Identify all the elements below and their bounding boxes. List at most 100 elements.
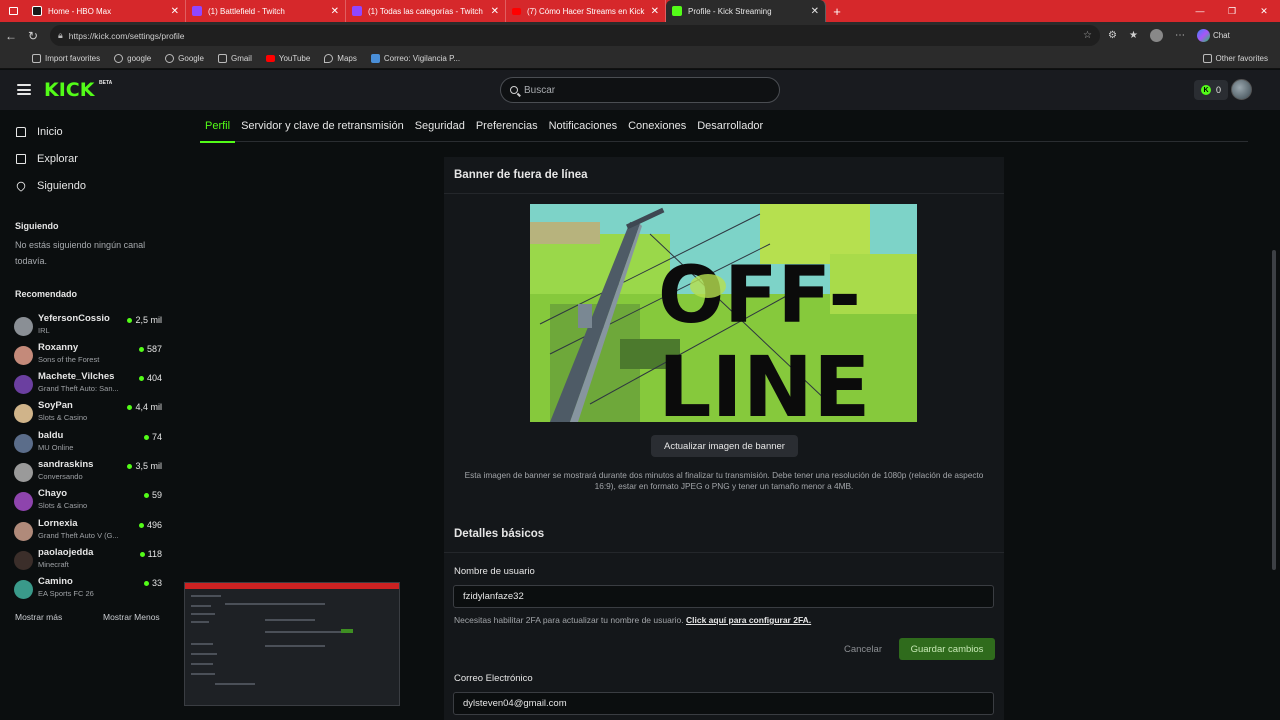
browser-tab-battlefield[interactable]: (1) Battlefield - Twitch ✕ [186,0,346,22]
avatar [14,492,33,511]
live-dot-icon [143,492,149,498]
live-dot-icon [138,346,144,352]
minimize-icon[interactable]: — [1184,0,1216,22]
sidebar-item-siguiendo[interactable]: Siguiendo [0,172,172,199]
channel-category: Slots & Casino [38,501,88,510]
channel-baldu[interactable]: baldu MU Online 74 [14,430,164,458]
kicks-count: 0 [1216,85,1222,95]
other-favorites[interactable]: Other favorites [1202,54,1268,63]
twitch-favicon-icon [352,6,362,16]
banner-text-off: OFF- [658,251,861,341]
update-banner-button[interactable]: Actualizar imagen de banner [651,435,798,457]
extensions-icon[interactable]: ⚙ [1108,30,1117,41]
channel-roxanny[interactable]: Roxanny Sons of the Forest 587 [14,342,164,370]
star-icon[interactable]: ☆ [1083,30,1092,41]
favorites-icon[interactable]: ★ [1129,30,1138,41]
bookmark-gmail[interactable]: Gmail [217,54,252,63]
hamburger-menu-icon[interactable] [17,84,31,95]
viewer-count: 404 [138,373,162,383]
channel-category: EA Sports FC 26 [38,589,94,598]
show-less-button[interactable]: Mostrar Menos [103,612,160,622]
live-dot-icon [139,551,145,557]
folder-icon [1202,54,1212,63]
sidebar-item-explorar[interactable]: Explorar [0,145,172,172]
channel-name: Machete_Vilches [38,371,115,382]
sidebar-item-inicio[interactable]: Inicio [0,118,172,145]
bookmark-import-favorites[interactable]: Import favorites [32,54,100,63]
avatar [14,317,33,336]
browser-tab-kick[interactable]: Profile - Kick Streaming ✕ [666,0,826,22]
kicks-balance-button[interactable]: K 0 [1194,80,1229,100]
bookmark-youtube[interactable]: YouTube [265,54,310,63]
viewer-count: 118 [139,549,162,559]
channel-sandraskins[interactable]: sandraskins Conversando 3,5 mil [14,459,164,487]
tab-seguridad[interactable]: Seguridad [415,110,465,142]
tab-perfil[interactable]: Perfil [199,110,236,143]
bookmark-google-lower[interactable]: google [114,54,151,63]
browser-tab-youtube[interactable]: (7) Cómo Hacer Streams en Kick ✕ [506,0,666,22]
bookmark-correo[interactable]: Correo: Vigilancia P... [370,54,460,63]
kick-logo[interactable]: KICK [44,79,94,101]
reload-icon[interactable]: ↻ [22,29,44,43]
email-label: Correo Electrónico [454,673,533,684]
channel-paolaojedda[interactable]: paolaojedda Minecraft 118 [14,547,164,575]
window-menu-icon[interactable] [0,0,26,22]
channel-camino[interactable]: Camino EA Sports FC 26 33 [14,576,164,604]
sidebar: Inicio Explorar Siguiendo Siguiendo No e… [0,110,172,720]
bookmark-google[interactable]: Google [165,54,204,63]
url-field[interactable]: 🔒︎ https://kick.com/settings/profile ☆ [50,25,1100,46]
close-icon[interactable]: ✕ [651,6,659,17]
avatar [14,580,33,599]
close-icon[interactable]: ✕ [331,6,339,17]
close-icon[interactable]: ✕ [811,6,819,17]
channel-machete-vilches[interactable]: Machete_Vilches Grand Theft Auto: San... … [14,371,164,399]
tab-servidor[interactable]: Servidor y clave de retransmisión [241,110,404,142]
viewer-count: 59 [143,490,162,500]
browser-tab-categorias[interactable]: (1) Todas las categorías - Twitch ✕ [346,0,506,22]
show-more-button[interactable]: Mostrar más [15,612,62,622]
email-field[interactable]: dylsteven04@gmail.com [453,692,994,715]
setup-2fa-link[interactable]: Click aquí para configurar 2FA. [686,615,811,625]
back-arrow-icon[interactable]: ← [0,29,22,43]
help-text: Necesitas habilitar 2FA para actualizar … [454,615,684,625]
more-menu-icon[interactable]: ⋯ [1175,30,1185,41]
avatar [14,434,33,453]
close-icon[interactable]: ✕ [491,6,499,17]
recommended-title: Recomendado [15,289,78,299]
tab-notificaciones[interactable]: Notificaciones [549,110,617,142]
page-scrollbar[interactable] [1272,250,1276,570]
tab-preferencias[interactable]: Preferencias [476,110,538,142]
live-dot-icon [127,317,133,323]
lock-icon[interactable]: 🔒︎ [58,30,63,41]
avatar [14,375,33,394]
channel-soypan[interactable]: SoyPan Slots & Casino 4,4 mil [14,400,164,428]
save-changes-button[interactable]: Guardar cambios [899,638,995,660]
username-field[interactable]: fzidylanfaze32 [453,585,994,608]
channel-lornexia[interactable]: Lornexia Grand Theft Auto V (G... 496 [14,518,164,546]
cancel-button[interactable]: Cancelar [836,638,890,660]
copilot-chat-button[interactable]: Chat [1196,29,1230,42]
bookmark-maps[interactable]: Maps [324,54,357,63]
sidebar-item-label: Siguiendo [37,179,86,192]
maximize-icon[interactable]: ❐ [1216,0,1248,22]
tab-desarrollador[interactable]: Desarrollador [697,110,763,142]
search-input[interactable]: Buscar [500,77,780,103]
channel-yefersoncossio[interactable]: YefersonCossio IRL 2,5 mil [14,313,164,341]
channel-chayo[interactable]: Chayo Slots & Casino 59 [14,488,164,516]
close-icon[interactable]: ✕ [171,6,179,17]
viewer-count: 4,4 mil [127,402,162,412]
browser-tab-hbo[interactable]: Home - HBO Max ✕ [26,0,186,22]
url-text: https://kick.com/settings/profile [68,30,185,41]
channel-name: Roxanny [38,342,79,353]
twitch-favicon-icon [192,6,202,16]
email-value: dylsteven04@gmail.com [463,698,567,709]
tab-conexiones[interactable]: Conexiones [628,110,686,142]
window-close-icon[interactable]: ✕ [1248,0,1280,22]
profile-avatar-icon[interactable] [1149,29,1163,42]
avatar [14,551,33,570]
channel-name: paolaojedda [38,547,94,558]
user-avatar[interactable] [1231,79,1252,100]
google-icon [165,54,175,63]
kick-favicon-icon [672,6,682,16]
new-tab-button[interactable]: + [826,0,848,22]
